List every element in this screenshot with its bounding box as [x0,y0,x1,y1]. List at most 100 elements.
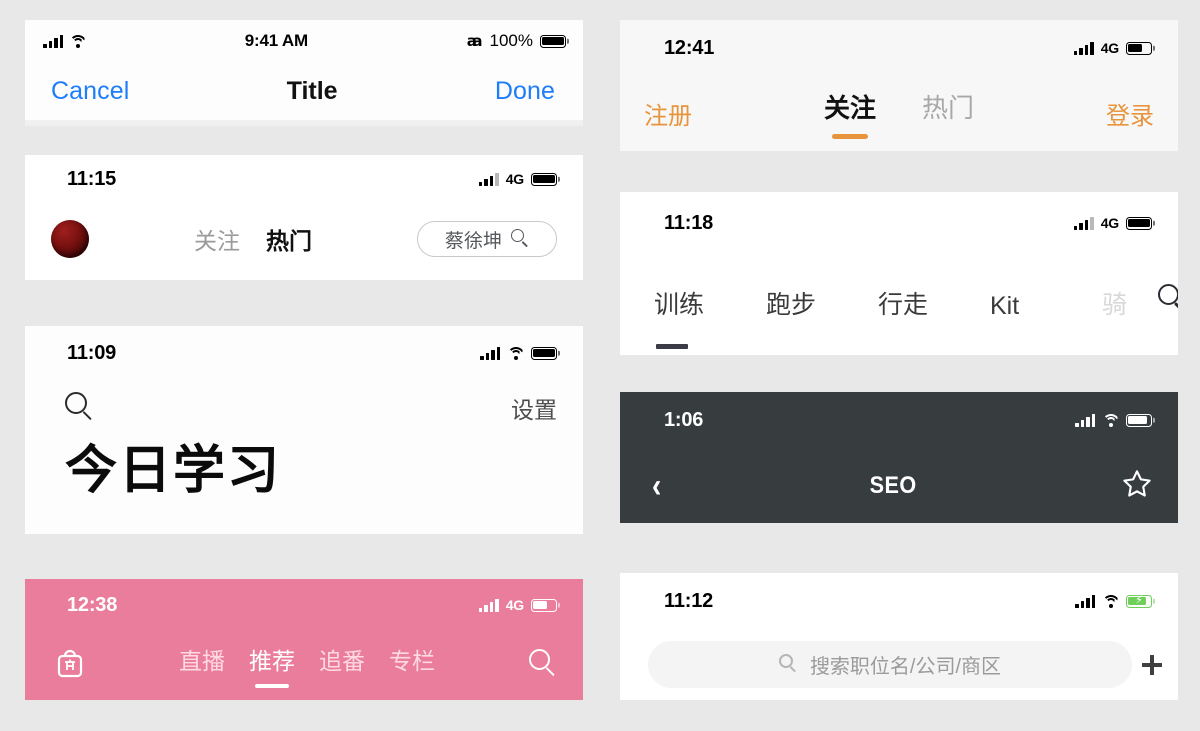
status-right-icons: ꜳ 100% [467,31,566,51]
favorite-star-icon[interactable] [1122,469,1152,503]
status-right-icons: 4G [478,171,557,187]
search-placeholder: 搜索职位名/公司/商区 [809,656,1002,678]
header-row: 搜索职位名/公司/商区 [620,629,1178,700]
shop-bag-icon[interactable] [55,647,95,684]
tab-hot[interactable]: 热门 [266,222,312,256]
battery-icon [1126,413,1152,427]
tab-training[interactable]: 训练 [654,285,766,355]
battery-icon [540,34,566,48]
status-time: 11:09 [67,341,117,364]
header-row: 注册 关注 热门 登录 [620,76,1178,150]
navigation-bar: ‹ SEO [620,448,1178,523]
charging-bolt-icon: ⚡ [1135,594,1143,607]
status-bar: 12:38 4G [25,579,583,631]
tab-recommend[interactable]: 推荐 [249,642,295,688]
status-time: 11:18 [664,211,714,234]
login-button[interactable]: 登录 [1106,96,1154,131]
header-row: 直播 推荐 追番 专栏 [25,631,583,699]
register-button[interactable]: 注册 [644,96,692,131]
battery-charging-icon: ⚡ [1126,594,1152,608]
back-chevron-icon[interactable]: ‹ [652,469,661,503]
panel-fitness-tab-header: 11:18 4G 训练 跑步 行走 Kit 骑 [620,192,1178,355]
cancel-button[interactable]: Cancel [51,77,129,106]
tab-follow[interactable]: 关注 [824,88,876,139]
network-type-label: 4G [505,171,524,187]
wifi-icon [1102,594,1119,608]
network-type-label: 4G [1100,215,1119,231]
header-row: 训练 跑步 行走 Kit 骑 [620,254,1178,355]
status-bar: 11:18 4G [620,192,1178,254]
status-right-icons: 4G [1073,215,1152,231]
settings-button[interactable]: 设置 [511,391,557,425]
status-left-icons [43,34,86,48]
status-bar: 9:41 AM ꜳ 100% [25,20,583,62]
search-icon[interactable] [65,392,95,424]
navigation-bar: Cancel Title Done [25,62,583,120]
battery-icon [531,346,557,360]
status-right-icons [1075,413,1152,427]
page-heading: 今日学习 [65,442,282,500]
status-time: 11:12 [664,589,714,612]
status-right-icons: ⚡ [1075,594,1152,608]
tab-kit[interactable]: Kit [990,292,1102,355]
wifi-icon [1102,413,1119,427]
search-pill[interactable]: 蔡徐坤 [417,221,557,257]
header-row: 设置 [25,380,583,436]
status-time: 9:41 AM [244,31,308,50]
wifi-icon [69,34,86,48]
panel-orange-tab-header: 12:41 4G 注册 关注 热门 登录 [620,20,1178,151]
status-bar: 11:12 ⚡ [620,573,1178,629]
search-button[interactable] [1158,284,1178,355]
battery-icon [531,172,557,186]
tab-live[interactable]: 直播 [179,642,225,688]
signal-bars-icon [43,34,63,48]
tab-follow[interactable]: 关注 [194,222,240,256]
done-button[interactable]: Done [495,77,555,106]
wifi-icon [507,346,524,360]
signal-bars-icon [1073,216,1094,230]
tab-bar: 直播 推荐 追番 专栏 [95,642,519,688]
panel-job-search-header: 11:12 ⚡ 搜索职位名/公司/商区 [620,573,1178,700]
search-icon [778,653,799,676]
status-time: 11:15 [67,167,117,190]
tab-running[interactable]: 跑步 [766,285,878,355]
search-pill-value: 蔡徐坤 [444,230,502,252]
status-time: 12:41 [664,36,715,59]
battery-icon [531,598,557,612]
battery-icon [1126,216,1152,230]
panel-seo-dark-navbar: 1:06 ‹ SEO [620,392,1178,523]
panel-douyin-feed-header: 11:15 4G 关注 热门 蔡徐坤 [25,155,583,280]
tab-column[interactable]: 专栏 [389,642,435,688]
bluetooth-icon: ꜳ [466,32,483,50]
tab-walking[interactable]: 行走 [878,285,990,355]
tab-bar: 关注 热门 [89,222,417,256]
status-bar: 1:06 [620,392,1178,448]
battery-percent-label: 100% [489,31,533,50]
search-button[interactable] [519,649,559,681]
panel-bilibili-header: 12:38 4G 直播 推荐 追番 专栏 [25,579,583,700]
status-bar: 11:15 4G [25,155,583,203]
battery-icon [1126,41,1152,55]
signal-bars-icon [478,172,499,186]
signal-bars-icon [1073,41,1094,55]
search-icon [529,649,559,681]
avatar[interactable] [51,220,89,258]
header-row: 关注 热门 蔡徐坤 [25,203,583,275]
tab-bar: 训练 跑步 行走 Kit 骑 [654,285,1158,355]
panel-today-study-header: 11:09 设置 今日学习 [25,326,583,534]
panel-ios-title-bar: 9:41 AM ꜳ 100% Cancel Title Done [25,20,583,126]
signal-bars-icon [1075,413,1095,427]
page-title: Title [286,76,338,105]
status-time: 12:38 [67,593,118,616]
search-icon [511,229,529,249]
search-icon [1158,284,1178,316]
tab-bar: 关注 热门 [692,88,1106,139]
tab-cycling[interactable]: 骑 [1102,285,1158,355]
network-type-label: 4G [505,597,524,613]
signal-bars-icon [480,346,500,360]
signal-bars-icon [478,598,499,612]
status-right-icons: 4G [478,597,557,613]
search-input[interactable]: 搜索职位名/公司/商区 [648,641,1132,688]
tab-hot[interactable]: 热门 [922,88,974,139]
tab-anime[interactable]: 追番 [319,642,365,688]
